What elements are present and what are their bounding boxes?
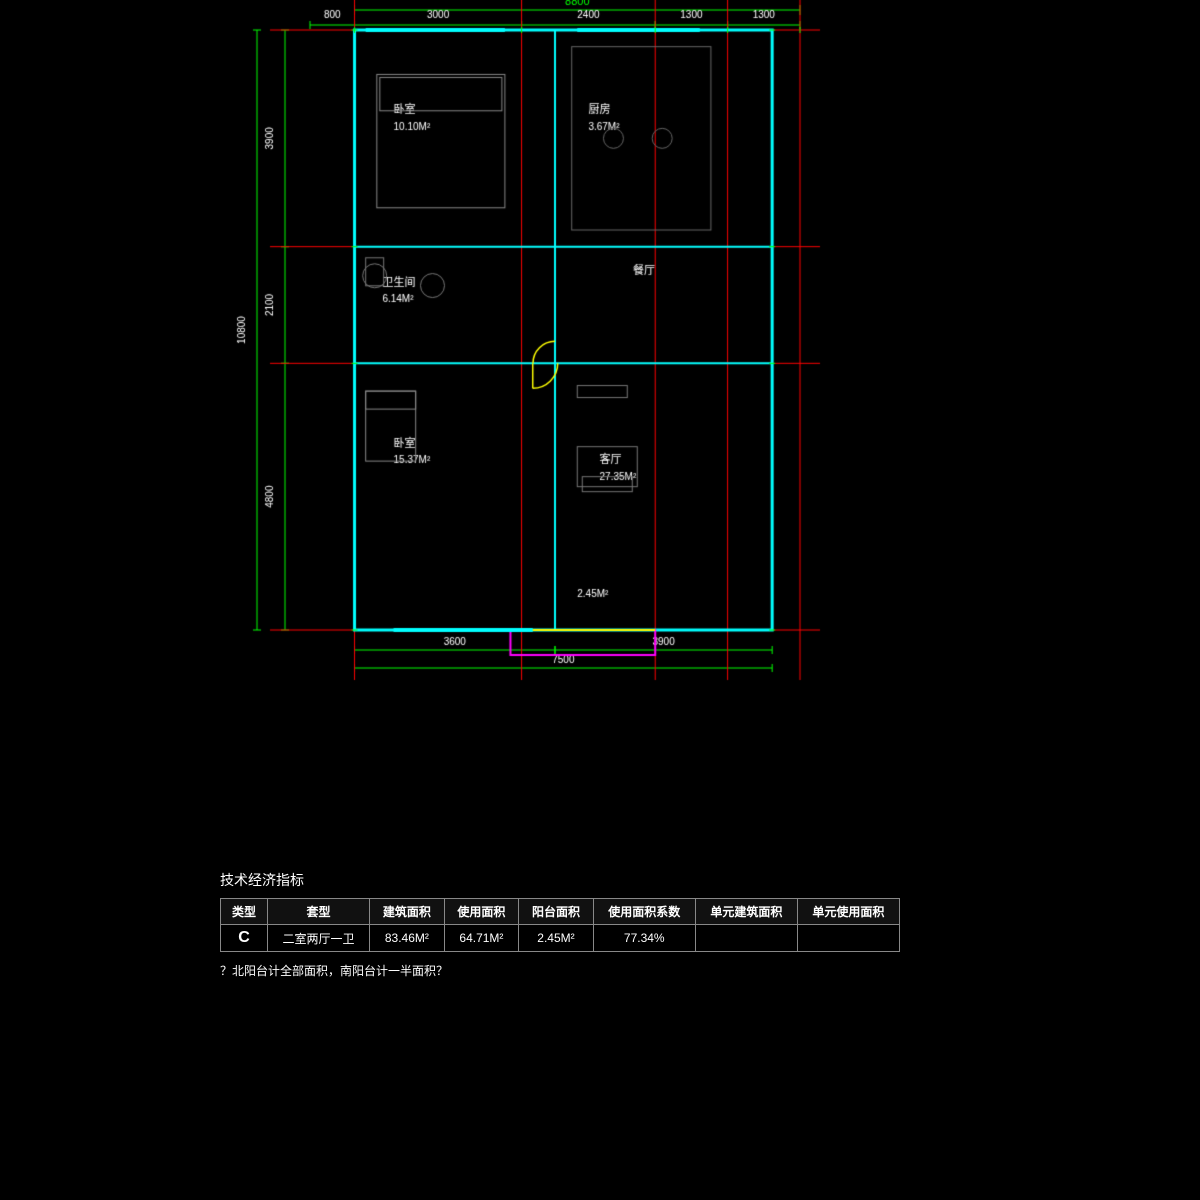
data-table: 类型 套型 建筑面积 使用面积 阳台面积 使用面积系数 单元建筑面积 单元使用面…: [220, 898, 900, 952]
footnote: ？北阳台计全部面积，南阳台计一半面积？: [220, 962, 980, 979]
cell-building-area: 83.46M²: [370, 925, 445, 952]
tech-title: 技术经济指标: [220, 870, 980, 890]
col-suite: 套型: [268, 899, 370, 925]
table-header-row: 类型 套型 建筑面积 使用面积 阳台面积 使用面积系数 单元建筑面积 单元使用面…: [221, 899, 900, 925]
col-building-area: 建筑面积: [370, 899, 445, 925]
cell-suite: 二室两厅一卫: [268, 925, 370, 952]
col-unit-building: 单元建筑面积: [695, 899, 797, 925]
cell-use-area: 64.71M²: [444, 925, 519, 952]
col-use-area: 使用面积: [444, 899, 519, 925]
cell-balcony-area: 2.45M²: [519, 925, 594, 952]
col-balcony-area: 阳台面积: [519, 899, 594, 925]
cell-unit-building: [695, 925, 797, 952]
col-use-ratio: 使用面积系数: [593, 899, 695, 925]
cell-unit-use: [797, 925, 899, 952]
cell-use-ratio: 77.34%: [593, 925, 695, 952]
col-type: 类型: [221, 899, 268, 925]
info-section: 技术经济指标 类型 套型 建筑面积 使用面积 阳台面积 使用面积系数 单元建筑面…: [0, 870, 1200, 979]
table-row: C 二室两厅一卫 83.46M² 64.71M² 2.45M² 77.34%: [221, 925, 900, 952]
col-unit-use: 单元使用面积: [797, 899, 899, 925]
cell-type: C: [221, 925, 268, 952]
